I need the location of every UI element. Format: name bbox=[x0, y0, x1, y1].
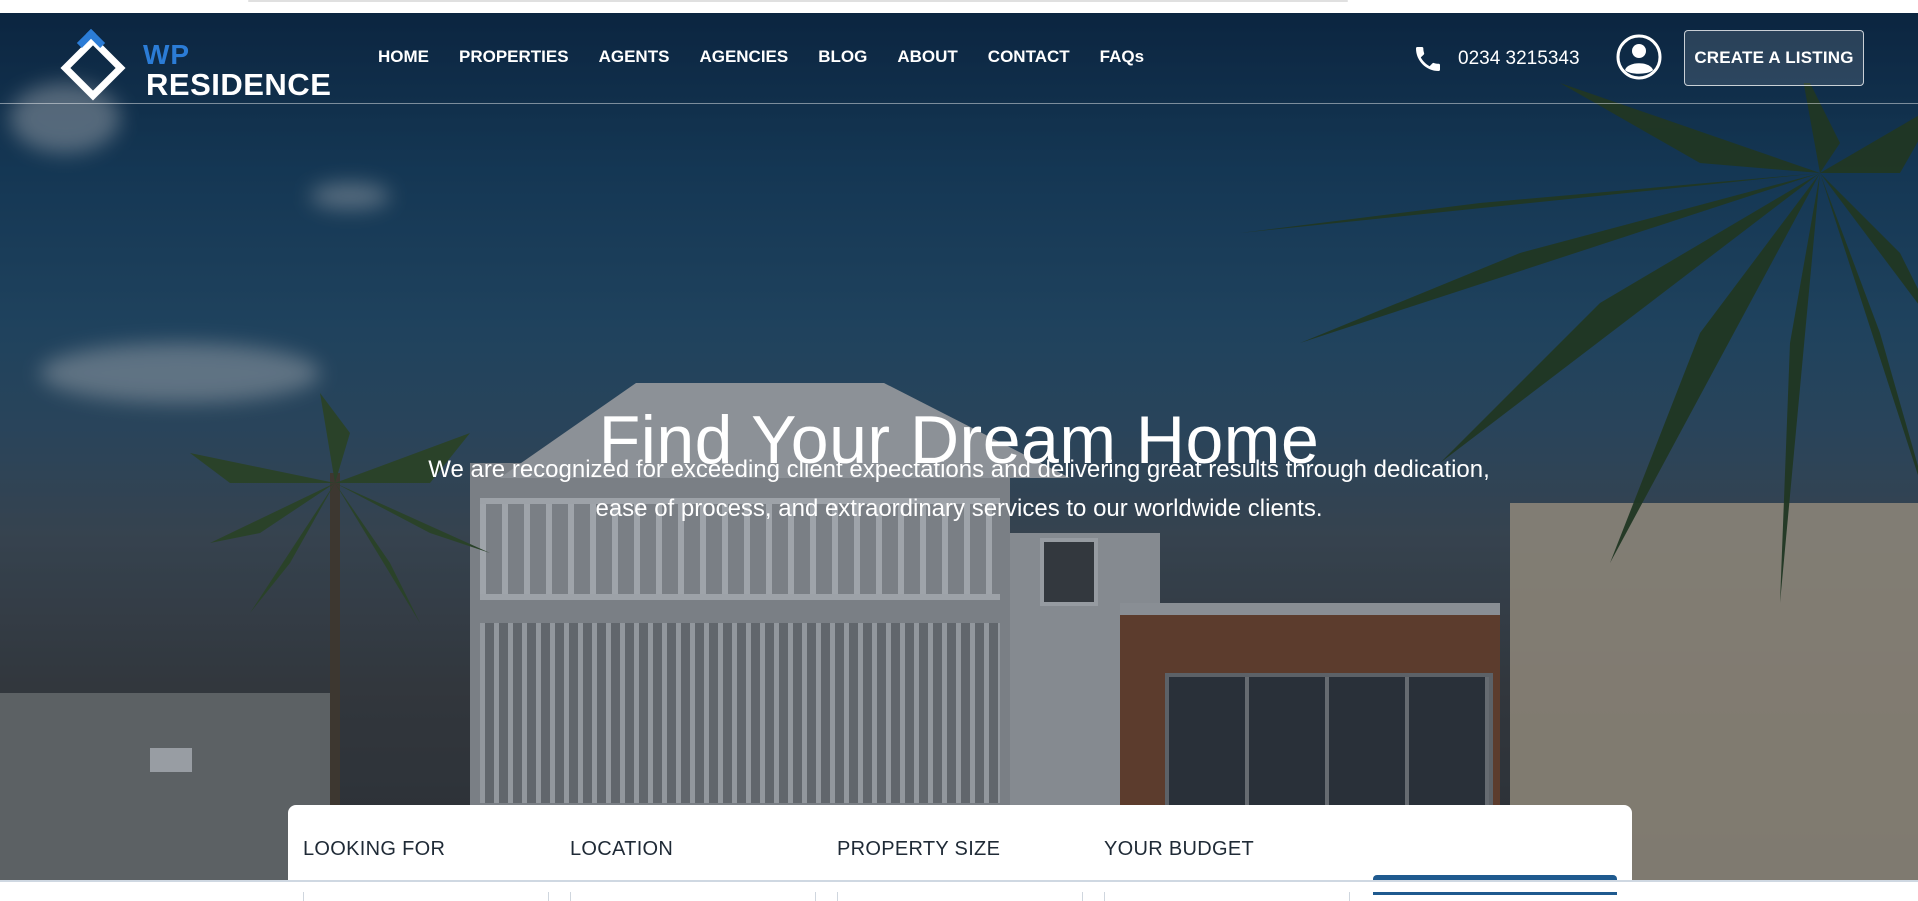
field-label: LOCATION bbox=[570, 838, 674, 860]
hero-subtitle: We are recognized for exceeding client e… bbox=[380, 450, 1538, 528]
field-label: LOOKING FOR bbox=[303, 838, 446, 860]
search-field-budget: YOUR BUDGET bbox=[1104, 838, 1350, 901]
phone-icon bbox=[1416, 47, 1440, 71]
nav-about[interactable]: ABOUT bbox=[897, 47, 957, 67]
property-search-panel: LOOKING FOR LOCATION PROPERTY SIZE YOUR … bbox=[288, 805, 1632, 901]
search-field-property-size: PROPERTY SIZE bbox=[837, 838, 1083, 901]
field-label: YOUR BUDGET bbox=[1104, 838, 1254, 860]
nav-blog[interactable]: BLOG bbox=[818, 47, 867, 67]
search-field-location: LOCATION bbox=[570, 838, 816, 901]
nav-agents[interactable]: AGENTS bbox=[599, 47, 670, 67]
nav-home[interactable]: HOME bbox=[378, 47, 429, 67]
nav-properties[interactable]: PROPERTIES bbox=[459, 47, 569, 67]
logo-text-residence: RESIDENCE bbox=[146, 67, 332, 102]
create-listing-button[interactable]: CREATE A LISTING bbox=[1684, 30, 1864, 86]
hero-subtitle-line-2: ease of process, and extraordinary servi… bbox=[595, 495, 1323, 522]
phone-number: 0234 3215343 bbox=[1458, 48, 1580, 69]
main-nav: HOME PROPERTIES AGENTS AGENCIES BLOG ABO… bbox=[378, 47, 1174, 67]
search-field-looking-for: LOOKING FOR bbox=[303, 838, 549, 901]
scroll-indicator bbox=[248, 0, 1348, 2]
nav-contact[interactable]: CONTACT bbox=[988, 47, 1070, 67]
hero-subtitle-line-1: We are recognized for exceeding client e… bbox=[428, 456, 1490, 483]
site-header: WP RESIDENCE HOME PROPERTIES AGENTS AGEN… bbox=[0, 13, 1918, 104]
field-label: PROPERTY SIZE bbox=[837, 838, 1001, 860]
user-icon[interactable] bbox=[1616, 34, 1662, 80]
browser-bottom-strip bbox=[0, 880, 1918, 892]
nav-agencies[interactable]: AGENCIES bbox=[699, 47, 788, 67]
nav-faqs[interactable]: FAQs bbox=[1100, 47, 1144, 67]
site-logo[interactable]: WP RESIDENCE bbox=[58, 28, 332, 109]
phone-contact[interactable]: 0234 3215343 bbox=[1412, 43, 1580, 75]
browser-top-strip bbox=[0, 0, 1918, 13]
